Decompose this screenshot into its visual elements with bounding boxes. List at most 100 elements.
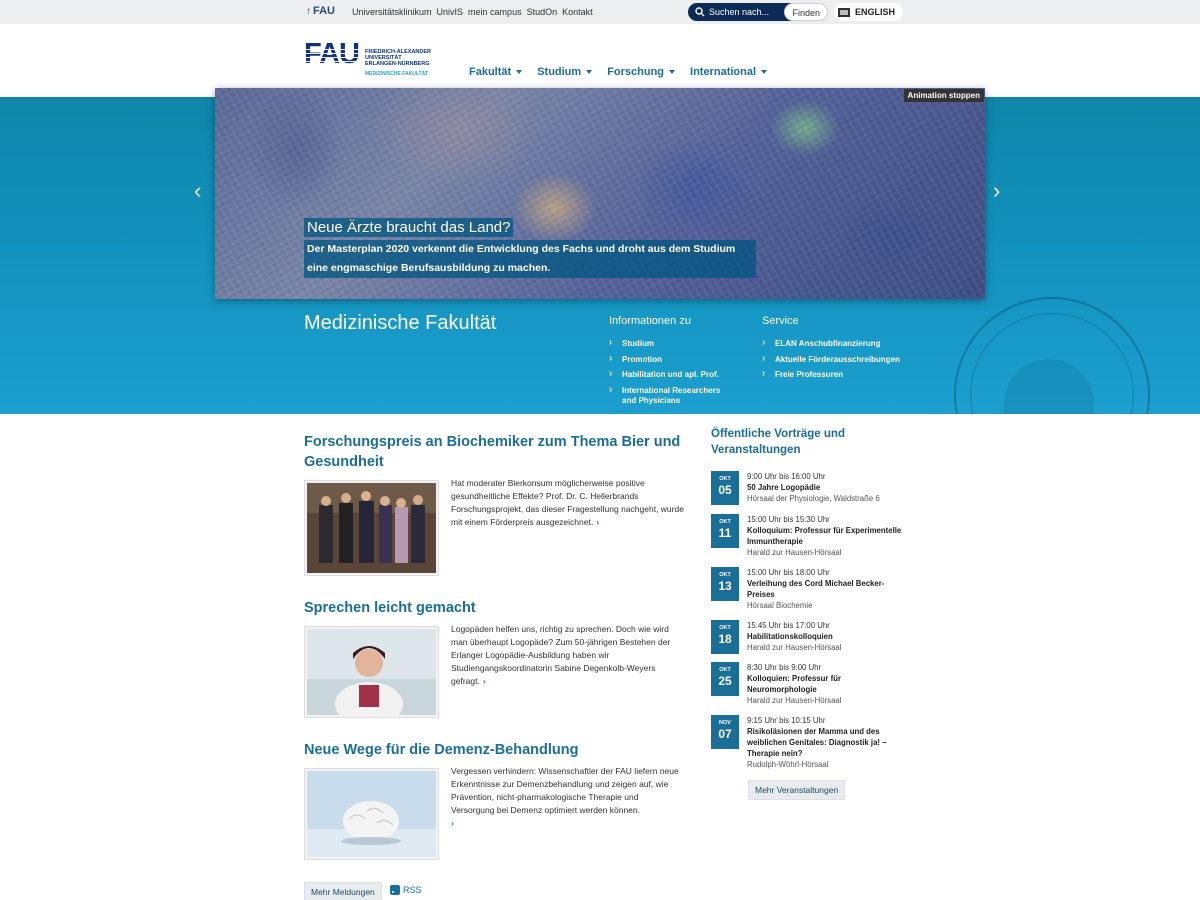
chevron-down-icon xyxy=(761,70,768,74)
event-month: OKT xyxy=(719,476,731,482)
event-body: 15:00 Uhr bis 15:30 Uhr Kolloquium: Profe… xyxy=(747,514,902,558)
nav-forschung[interactable]: Forschung xyxy=(607,66,676,78)
hero-text: Der Masterplan 2020 verkennt die Entwick… xyxy=(304,240,756,278)
main-nav: Fakultät Studium Forschung International xyxy=(469,66,768,78)
event-body: 15:00 Uhr bis 18:00 Uhr Verleihung des Co… xyxy=(747,567,902,611)
news-image-3[interactable] xyxy=(304,768,439,860)
nav-international[interactable]: International xyxy=(690,66,768,78)
info-link-studium[interactable]: Studium xyxy=(609,338,729,350)
news-title-3[interactable]: Neue Wege für die Demenz-Behandlung xyxy=(304,740,578,760)
event-title[interactable]: Kolloquien: Professur für Neuromorpholog… xyxy=(747,673,902,695)
event-day: 13 xyxy=(718,579,732,593)
event-date-badge: OKT 05 xyxy=(711,471,739,505)
event-time: 15:45 Uhr bis 17:00 Uhr xyxy=(747,621,830,630)
event-time: 8:30 Uhr bis 9:00 Uhr xyxy=(747,663,822,672)
toplink-klinikum[interactable]: Universitätsklinikum xyxy=(352,7,432,17)
language-switch[interactable]: ENGLISH xyxy=(834,3,904,21)
slider-prev-icon[interactable]: ‹ xyxy=(194,180,201,202)
more-news-button[interactable]: Mehr Meldungen xyxy=(304,882,382,900)
nav-label: International xyxy=(690,66,757,78)
event-title[interactable]: Risikoläsionen der Mamma und des weiblic… xyxy=(747,726,902,759)
hero-title: Neue Ärzte braucht das Land? xyxy=(304,218,514,237)
event-month: NOV xyxy=(719,720,731,726)
chevron-right-icon[interactable]: › xyxy=(451,817,681,830)
chevron-down-icon xyxy=(586,70,593,74)
animation-stop-button[interactable]: Animation stoppen xyxy=(903,89,984,102)
nav-label: Fakultät xyxy=(469,66,512,78)
search-button[interactable]: Finden xyxy=(784,3,828,21)
logo-stripes xyxy=(304,46,362,64)
language-label: ENGLISH xyxy=(855,7,896,17)
info-column: Informationen zu Studium Promotion Habil… xyxy=(609,315,729,412)
service-link-professuren[interactable]: Freie Professuren xyxy=(762,369,900,381)
event-time: 9:00 Uhr bis 16:00 Uhr xyxy=(747,472,826,481)
hero-caption[interactable]: Neue Ärzte braucht das Land? Der Masterp… xyxy=(304,218,756,278)
event-time: 15:00 Uhr bis 18:00 Uhr xyxy=(747,568,830,577)
event-location: Hörsaal der Physiologie, Waldstraße 6 xyxy=(747,494,880,503)
event-month: OKT xyxy=(719,519,731,525)
service-heading: Service xyxy=(762,315,799,327)
nav-studium[interactable]: Studium xyxy=(537,66,593,78)
toplink-mein-campus[interactable]: mein campus xyxy=(468,7,522,17)
event-body: 15:45 Uhr bis 17:00 Uhr Habilitationskoll… xyxy=(747,620,902,653)
search-input[interactable] xyxy=(709,7,787,17)
fau-logo[interactable]: FAU FRIEDRICH-ALEXANDER UNIVERSITÄT ERLA… xyxy=(304,40,434,80)
event-time: 15:00 Uhr bis 15:30 Uhr xyxy=(747,515,830,524)
rss-link[interactable]: RSS xyxy=(390,885,422,895)
news-title-1[interactable]: Forschungspreis an Biochemiker zum Thema… xyxy=(304,432,684,472)
event-title[interactable]: 50 Jahre Logopädie xyxy=(747,482,902,493)
toplink-studon[interactable]: StudOn xyxy=(527,7,558,17)
service-link-elan[interactable]: ELAN Anschubfinanzierung xyxy=(762,338,900,350)
news-teaser: Hat moderater Bierkonsum möglicherweise … xyxy=(451,478,684,527)
info-link-international[interactable]: International Researchers and Physicians xyxy=(609,385,729,407)
news-title-2[interactable]: Sprechen leicht gemacht xyxy=(304,598,476,618)
event-day: 05 xyxy=(718,483,732,497)
info-heading: Informationen zu xyxy=(609,315,691,327)
event-date-badge: OKT 18 xyxy=(711,620,739,654)
event-date-badge: OKT 25 xyxy=(711,662,739,696)
event-day: 18 xyxy=(718,632,732,646)
chevron-down-icon xyxy=(516,70,523,74)
nav-label: Forschung xyxy=(607,66,665,78)
nav-label: Studium xyxy=(537,66,582,78)
event-location: Hörsaal Biochemie xyxy=(747,601,813,610)
university-seal xyxy=(954,297,1150,414)
toplink-univis[interactable]: UnivIS xyxy=(437,7,464,17)
event-title[interactable]: Habilitationskolloquien xyxy=(747,631,902,642)
event-month: OKT xyxy=(719,625,731,631)
event-month: OKT xyxy=(719,572,731,578)
chevron-right-icon[interactable]: › xyxy=(483,676,486,686)
events-heading: Öffentliche Vorträge und Veranstaltungen xyxy=(711,428,845,456)
info-link-habilitation[interactable]: Habilitation und apl. Prof. xyxy=(609,369,729,381)
event-body: 9:15 Uhr bis 10:15 Uhr Risikoläsionen der… xyxy=(747,715,902,770)
news-text-3: Vergessen verhindern: Wissenschaftler de… xyxy=(451,765,681,830)
news-image-2[interactable] xyxy=(304,626,439,726)
top-bar: ↑ FAU Universitätsklinikum UnivIS mein ca… xyxy=(0,0,1200,24)
news-image-1[interactable] xyxy=(304,480,439,576)
portrait-photo xyxy=(307,629,436,726)
event-location: Harald zur Hausen-Hörsaal xyxy=(747,696,842,705)
logo-faculty: MEDIZINISCHE FAKULTÄT xyxy=(365,71,429,77)
more-events-button[interactable]: Mehr Veranstaltungen xyxy=(748,780,846,800)
event-date-badge: NOV 07 xyxy=(711,715,739,749)
news-text-1: Hat moderater Bierkonsum möglicherweise … xyxy=(451,477,686,529)
chevron-right-icon[interactable]: › xyxy=(596,517,599,527)
brain-photo xyxy=(307,771,436,857)
news-text-2: Logopäden helfen uns, richtig zu spreche… xyxy=(451,623,686,688)
event-date-badge: OKT 11 xyxy=(711,514,739,548)
event-day: 25 xyxy=(718,674,732,688)
slider-next-icon[interactable]: › xyxy=(993,180,1000,202)
nav-fakultaet[interactable]: Fakultät xyxy=(469,66,523,78)
info-link-promotion[interactable]: Promotion xyxy=(609,354,729,366)
event-day: 11 xyxy=(718,526,732,540)
event-time: 9:15 Uhr bis 10:15 Uhr xyxy=(747,716,826,725)
rss-icon xyxy=(390,885,400,895)
event-location: Harald zur Hausen-Hörsaal xyxy=(747,643,842,652)
seal-portrait xyxy=(1004,359,1094,414)
event-title[interactable]: Verleihung des Cord Michael Becker-Preis… xyxy=(747,578,902,600)
event-title[interactable]: Kolloquium: Professur für Experimentelle… xyxy=(747,525,902,547)
service-link-foerder[interactable]: Aktuelle Förderausschreibungen xyxy=(762,354,900,366)
event-location: Harald zur Hausen-Hörsaal xyxy=(747,548,842,557)
fau-home-link[interactable]: ↑ FAU xyxy=(306,5,335,17)
toplink-kontakt[interactable]: Kontakt xyxy=(562,7,593,17)
